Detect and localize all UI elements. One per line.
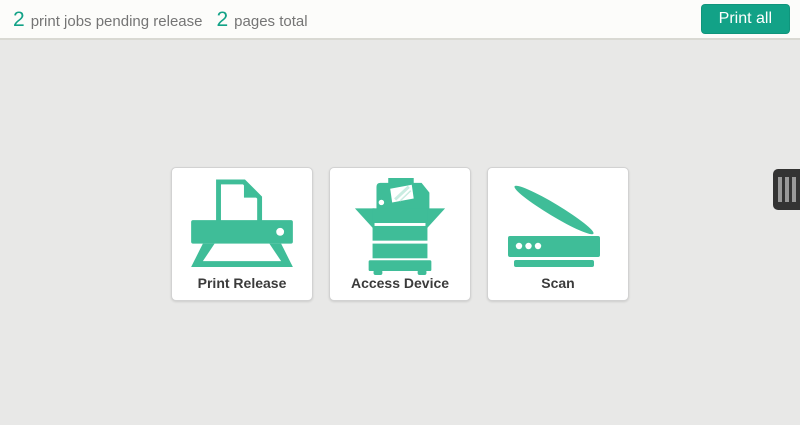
pages-total-count: 2 [216, 9, 228, 30]
scanner-icon [488, 168, 628, 276]
drawer-grip-icon [792, 177, 796, 202]
action-cards-row: Print Release [171, 167, 629, 301]
drawer-grip-icon [778, 177, 782, 202]
pending-jobs-label: print jobs pending release [31, 13, 203, 30]
card-access-device[interactable]: Access Device [329, 167, 471, 301]
main-area: Print Release [0, 42, 800, 425]
copier-icon [330, 168, 470, 276]
drawer-handle[interactable] [773, 169, 800, 210]
header-bar: 2 print jobs pending release 2 pages tot… [0, 0, 800, 40]
card-label: Scan [541, 276, 574, 290]
card-print-release[interactable]: Print Release [171, 167, 313, 301]
drawer-grip-icon [785, 177, 789, 202]
pending-jobs-stat: 2 print jobs pending release [13, 9, 202, 30]
card-scan[interactable]: Scan [487, 167, 629, 301]
printer-icon [172, 168, 312, 276]
card-label: Print Release [198, 276, 287, 290]
card-label: Access Device [351, 276, 449, 290]
print-all-button[interactable]: Print all [701, 4, 790, 34]
pages-total-label: pages total [234, 13, 307, 30]
pages-total-stat: 2 pages total [216, 9, 307, 30]
pending-jobs-count: 2 [13, 9, 25, 30]
